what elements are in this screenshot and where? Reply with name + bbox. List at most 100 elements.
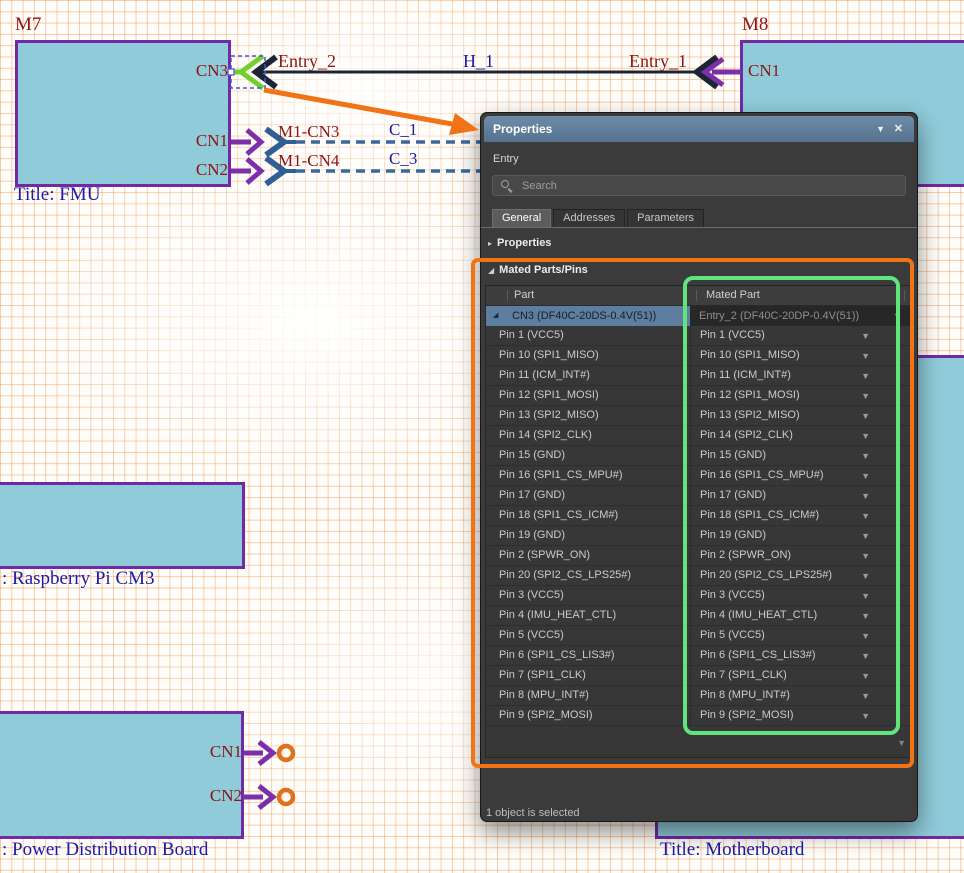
chevron-down-icon[interactable]: ▼	[861, 486, 870, 506]
table-row[interactable]: Pin 12 (SPI1_MOSI) Pin 12 (SPI1_MOSI) ▼	[486, 386, 912, 406]
chevron-down-icon[interactable]: ▼	[861, 406, 870, 426]
search-box[interactable]	[492, 175, 906, 196]
panel-header[interactable]: Properties ▼ ✕	[484, 116, 914, 142]
net-label-h1[interactable]: H_1	[463, 52, 494, 72]
chevron-down-icon[interactable]: ▼	[861, 326, 870, 346]
pin-mated-cell[interactable]: Pin 4 (IMU_HEAT_CTL) ▼	[690, 606, 912, 625]
pin-mated-cell[interactable]: Pin 8 (MPU_INT#) ▼	[690, 686, 912, 705]
tab-addresses[interactable]: Addresses	[553, 209, 625, 227]
table-row[interactable]: Pin 20 (SPI2_CS_LPS25#) Pin 20 (SPI2_CS_…	[486, 566, 912, 586]
net-label-m1cn3[interactable]: M1-CN3	[278, 123, 339, 142]
chevron-down-icon[interactable]: ▼	[861, 546, 870, 566]
pin-part-cell[interactable]: Pin 9 (SPI2_MOSI)	[486, 706, 690, 725]
pin-mated-cell[interactable]: Pin 3 (VCC5) ▼	[690, 586, 912, 605]
pin-part-cell[interactable]: Pin 20 (SPI2_CS_LPS25#)	[486, 566, 690, 585]
chevron-down-icon[interactable]: ▼	[861, 706, 870, 726]
table-row[interactable]: Pin 9 (SPI2_MOSI) Pin 9 (SPI2_MOSI) ▼	[486, 706, 912, 726]
pin-mated-cell[interactable]: Pin 19 (GND) ▼	[690, 526, 912, 545]
close-icon[interactable]: ✕	[894, 116, 903, 142]
title-motherboard[interactable]: Title: Motherboard	[660, 840, 804, 861]
pin-part-cell[interactable]: Pin 7 (SPI1_CLK)	[486, 666, 690, 685]
scroll-down-icon[interactable]: ▼	[897, 738, 906, 748]
net-label-entry2[interactable]: Entry_2	[278, 52, 336, 72]
chevron-down-icon[interactable]: ▼	[861, 386, 870, 406]
pin-part-cell[interactable]: Pin 19 (GND)	[486, 526, 690, 545]
pin-part-cell[interactable]: Pin 3 (VCC5)	[486, 586, 690, 605]
port-label-m7-cn2[interactable]: CN2	[184, 161, 228, 180]
chevron-down-icon[interactable]: ▼	[861, 686, 870, 706]
tab-general[interactable]: General	[492, 209, 551, 227]
net-label-c1[interactable]: C_1	[389, 121, 417, 140]
chevron-down-icon[interactable]: ▼	[861, 626, 870, 646]
table-row[interactable]: Pin 2 (SPWR_ON) Pin 2 (SPWR_ON) ▼	[486, 546, 912, 566]
pin-mated-cell[interactable]: Pin 6 (SPI1_CS_LIS3#) ▼	[690, 646, 912, 665]
table-row[interactable]: Pin 14 (SPI2_CLK) Pin 14 (SPI2_CLK) ▼	[486, 426, 912, 446]
table-row[interactable]: Pin 1 (VCC5) Pin 1 (VCC5) ▼	[486, 326, 912, 346]
pin-mated-cell[interactable]: Pin 17 (GND) ▼	[690, 486, 912, 505]
tab-parameters[interactable]: Parameters	[627, 209, 704, 227]
chevron-down-icon[interactable]: ▼	[861, 366, 870, 386]
section-mated-parts[interactable]: ◢Mated Parts/Pins	[488, 264, 588, 276]
panel-options-dropdown-icon[interactable]: ▼	[876, 116, 885, 142]
table-row[interactable]: Pin 6 (SPI1_CS_LIS3#) Pin 6 (SPI1_CS_LIS…	[486, 646, 912, 666]
pin-mated-cell[interactable]: Pin 2 (SPWR_ON) ▼	[690, 546, 912, 565]
selection-handle[interactable]	[228, 69, 234, 75]
designator-m8[interactable]: M8	[742, 15, 768, 36]
pin-part-cell[interactable]: Pin 10 (SPI1_MISO)	[486, 346, 690, 365]
pin-mated-cell[interactable]: Pin 16 (SPI1_CS_MPU#) ▼	[690, 466, 912, 485]
pin-part-cell[interactable]: Pin 14 (SPI2_CLK)	[486, 426, 690, 445]
table-row[interactable]: Pin 16 (SPI1_CS_MPU#) Pin 16 (SPI1_CS_MP…	[486, 466, 912, 486]
chevron-down-icon[interactable]: ▼	[861, 506, 870, 526]
port-label-m8-cn1[interactable]: CN1	[748, 62, 780, 81]
table-row[interactable]: Pin 7 (SPI1_CLK) Pin 7 (SPI1_CLK) ▼	[486, 666, 912, 686]
triangle-collapsed-icon[interactable]: ▸	[488, 239, 492, 248]
search-input[interactable]	[520, 179, 905, 193]
triangle-expanded-icon[interactable]: ◢	[488, 266, 494, 275]
title-raspberry-pi[interactable]: : Raspberry Pi CM3	[2, 569, 155, 590]
net-label-entry1[interactable]: Entry_1	[629, 52, 687, 72]
net-label-c3[interactable]: C_3	[389, 150, 417, 169]
pdb-cn2-no-connect-ring-icon[interactable]	[279, 790, 293, 804]
chevron-down-icon[interactable]: ▼	[861, 446, 870, 466]
title-fmu[interactable]: Title: FMU	[14, 185, 100, 206]
connector-mated-cell[interactable]: Entry_2 (DF40C-20DP-0.4V(51)) ▼	[690, 306, 912, 326]
chevron-down-icon[interactable]: ▼	[861, 466, 870, 486]
section-properties[interactable]: ▸Properties	[488, 237, 551, 249]
column-header-mated-part[interactable]: Mated Part	[690, 286, 912, 305]
pin-mated-cell[interactable]: Pin 15 (GND) ▼	[690, 446, 912, 465]
table-row[interactable]: Pin 19 (GND) Pin 19 (GND) ▼	[486, 526, 912, 546]
pin-part-cell[interactable]: Pin 2 (SPWR_ON)	[486, 546, 690, 565]
chevron-down-icon[interactable]: ▼	[861, 646, 870, 666]
pin-part-cell[interactable]: Pin 15 (GND)	[486, 446, 690, 465]
table-row[interactable]: Pin 3 (VCC5) Pin 3 (VCC5) ▼	[486, 586, 912, 606]
pin-part-cell[interactable]: Pin 16 (SPI1_CS_MPU#)	[486, 466, 690, 485]
pin-part-cell[interactable]: Pin 5 (VCC5)	[486, 626, 690, 645]
row-expanded-icon[interactable]: ◢	[493, 306, 498, 326]
pin-mated-cell[interactable]: Pin 14 (SPI2_CLK) ▼	[690, 426, 912, 445]
pin-part-cell[interactable]: Pin 12 (SPI1_MOSI)	[486, 386, 690, 405]
chevron-down-icon[interactable]: ▼	[861, 606, 870, 626]
title-power-distribution[interactable]: : Power Distribution Board	[2, 840, 208, 861]
table-row[interactable]: Pin 10 (SPI1_MISO) Pin 10 (SPI1_MISO) ▼	[486, 346, 912, 366]
table-row[interactable]: Pin 8 (MPU_INT#) Pin 8 (MPU_INT#) ▼	[486, 686, 912, 706]
chevron-down-icon[interactable]: ▼	[861, 346, 870, 366]
pin-mated-cell[interactable]: Pin 11 (ICM_INT#) ▼	[690, 366, 912, 385]
designator-m7[interactable]: M7	[15, 15, 41, 36]
table-row[interactable]: Pin 13 (SPI2_MISO) Pin 13 (SPI2_MISO) ▼	[486, 406, 912, 426]
table-row[interactable]: Pin 15 (GND) Pin 15 (GND) ▼	[486, 446, 912, 466]
pin-part-cell[interactable]: Pin 4 (IMU_HEAT_CTL)	[486, 606, 690, 625]
pin-mated-cell[interactable]: Pin 12 (SPI1_MOSI) ▼	[690, 386, 912, 405]
pin-part-cell[interactable]: Pin 1 (VCC5)	[486, 326, 690, 345]
pin-mated-cell[interactable]: Pin 5 (VCC5) ▼	[690, 626, 912, 645]
pin-part-cell[interactable]: Pin 13 (SPI2_MISO)	[486, 406, 690, 425]
port-label-pdb-cn1[interactable]: CN1	[202, 743, 242, 762]
table-row-connector-selected[interactable]: ◢ CN3 (DF40C-20DS-0.4V(51)) Entry_2 (DF4…	[486, 306, 912, 326]
chevron-down-icon[interactable]: ▼	[861, 566, 870, 586]
pin-mated-cell[interactable]: Pin 13 (SPI2_MISO) ▼	[690, 406, 912, 425]
net-label-m1cn4[interactable]: M1-CN4	[278, 152, 339, 171]
schematic-canvas[interactable]: M7 M8 Title: FMU : Raspberry Pi CM3 : Po…	[0, 0, 964, 873]
chevron-down-icon[interactable]: ▼	[861, 426, 870, 446]
pin-part-cell[interactable]: Pin 11 (ICM_INT#)	[486, 366, 690, 385]
pin-mated-cell[interactable]: Pin 1 (VCC5) ▼	[690, 326, 912, 345]
chevron-down-icon[interactable]: ▼	[861, 586, 870, 606]
